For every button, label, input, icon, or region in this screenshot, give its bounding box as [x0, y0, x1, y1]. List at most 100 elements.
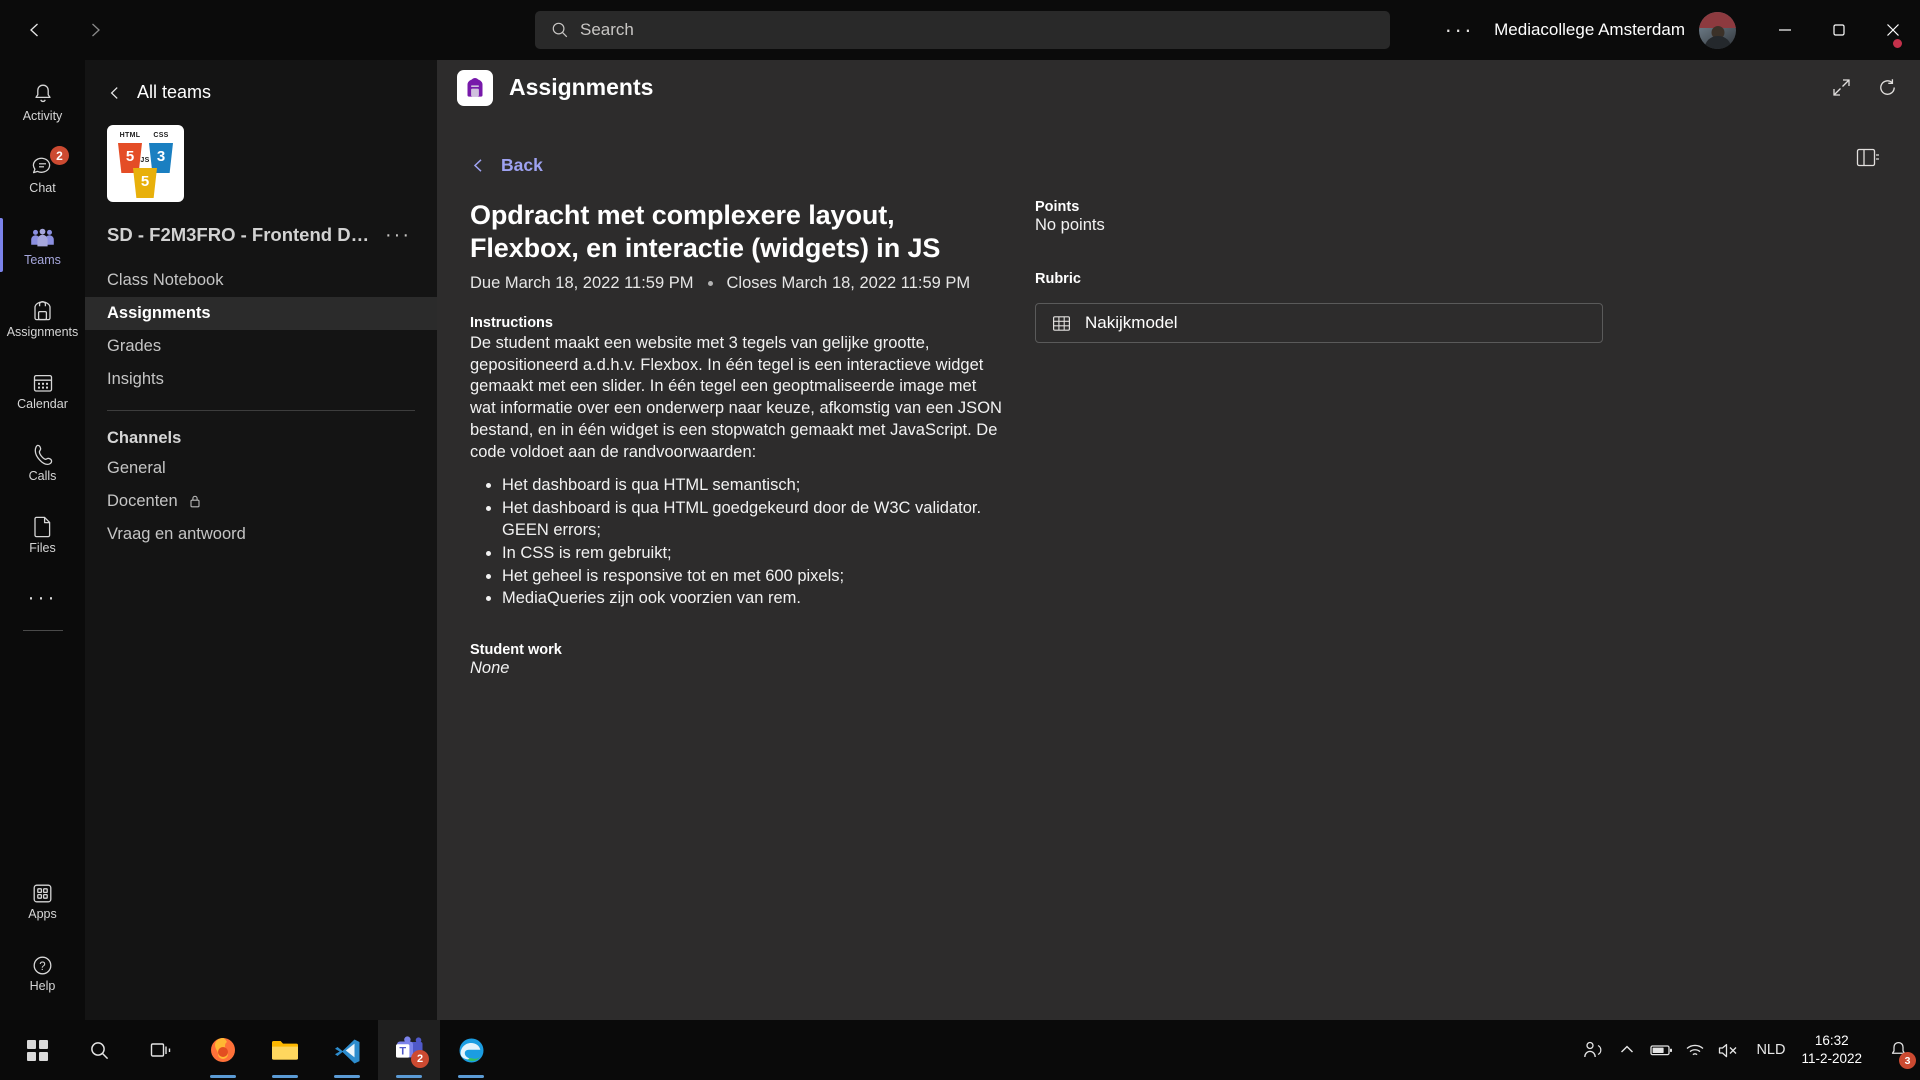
forward-button[interactable]	[74, 9, 116, 51]
start-button[interactable]	[6, 1020, 68, 1080]
team-name: SD - F2M3FRO - Frontend Develo...	[107, 224, 377, 245]
team-name-row: SD - F2M3FRO - Frontend Develo... ···	[85, 202, 437, 246]
rubric-panel-icon	[1856, 148, 1879, 167]
back-link[interactable]: Back	[437, 115, 567, 176]
title-bar: Search ··· Mediacollege Amsterdam	[0, 0, 1920, 60]
svg-text:T: T	[399, 1046, 406, 1058]
rail-item-assignments[interactable]: Assignments	[0, 286, 85, 348]
battery-icon[interactable]	[1644, 1020, 1678, 1080]
org-name: Mediacollege Amsterdam	[1494, 20, 1685, 39]
grid-icon	[1053, 315, 1071, 331]
sidebar-item-assignments[interactable]: Assignments	[85, 297, 437, 330]
back-button[interactable]	[14, 9, 56, 51]
volume-muted-icon[interactable]	[1712, 1020, 1746, 1080]
taskbar-badge: 2	[411, 1050, 429, 1068]
all-teams-label: All teams	[137, 82, 212, 102]
app-header-actions	[1826, 60, 1902, 115]
task-view-button[interactable]	[130, 1020, 192, 1080]
calendar-icon	[31, 368, 55, 395]
taskbar-app-firefox[interactable]	[192, 1020, 254, 1080]
rail-label: Calendar	[17, 396, 68, 411]
rail-item-calls[interactable]: Calls	[0, 430, 85, 492]
all-teams-button[interactable]: All teams	[85, 60, 437, 103]
sidebar-item-grades[interactable]: Grades	[85, 330, 437, 363]
team-sidebar: All teams HTML 5 CSS 3 JS 5 SD - F2M3FRO…	[85, 60, 437, 1020]
requirements-list: Het dashboard is qua HTML semantisch; He…	[502, 475, 1005, 610]
rail-item-apps[interactable]: Apps	[0, 868, 85, 930]
maximize-icon	[1833, 24, 1845, 36]
sidebar-item-insights[interactable]: Insights	[85, 363, 437, 396]
rail-item-activity[interactable]: Activity	[0, 70, 85, 132]
list-item: In CSS is rem gebruikt;	[502, 543, 1005, 565]
channel-label: Vraag en antwoord	[107, 525, 246, 543]
channel-label: General	[107, 459, 166, 477]
taskbar-app-microsoft-edge[interactable]	[440, 1020, 502, 1080]
list-item: Het dashboard is qua HTML goedgekeurd do…	[502, 498, 1005, 542]
backpack-icon	[457, 69, 493, 106]
rail-label: Activity	[22, 108, 63, 123]
main-content: Assignments Back Opdracht met complexere…	[437, 60, 1920, 1020]
chevron-right-icon	[92, 23, 100, 37]
clock[interactable]: 16:32 11-2-2022	[1795, 1032, 1876, 1068]
rail-label: Chat	[29, 180, 56, 195]
sidebar-item-class-notebook[interactable]: Class Notebook	[85, 264, 437, 297]
assignment-main-column: Opdracht met complexere layout, Flexbox,…	[470, 199, 1005, 678]
notification-badge: 3	[1899, 1052, 1916, 1069]
channel-item-vraag-en-antwoord[interactable]: Vraag en antwoord	[85, 518, 437, 551]
taskbar-search-button[interactable]	[68, 1020, 130, 1080]
bell-icon	[31, 80, 55, 107]
rail-item-files[interactable]: Files	[0, 502, 85, 564]
minimize-icon	[1779, 29, 1791, 31]
taskbar-app-file-explorer[interactable]	[254, 1020, 316, 1080]
refresh-icon	[1879, 79, 1895, 95]
refresh-button[interactable]	[1872, 73, 1902, 103]
show-hidden-icons-icon[interactable]	[1610, 1020, 1644, 1080]
avatar[interactable]	[1699, 11, 1736, 49]
student-work-value: None	[470, 659, 510, 678]
rail-label: Teams	[24, 252, 61, 267]
search-icon	[90, 1041, 108, 1059]
rubric-panel-toggle-button[interactable]	[1856, 147, 1880, 174]
minimize-button[interactable]	[1758, 0, 1812, 60]
settings-more-button[interactable]: ···	[1431, 19, 1488, 41]
chevron-left-icon	[30, 23, 38, 37]
windows-taskbar: T 2 NLD 16:32 11-2-2022 3	[0, 1020, 1920, 1080]
chat-unread-badge: 2	[50, 146, 69, 165]
taskbar-app-microsoft-teams[interactable]: T 2	[378, 1020, 440, 1080]
titlebar-right: ··· Mediacollege Amsterdam	[1431, 0, 1920, 60]
rail-item-help[interactable]: ? Help	[0, 940, 85, 1002]
rail-label: Apps	[28, 906, 57, 921]
expand-button[interactable]	[1826, 73, 1856, 103]
due-date: Due March 18, 2022 11:59 PM	[470, 273, 694, 292]
meet-now-icon[interactable]	[1576, 1020, 1610, 1080]
rail-item-calendar[interactable]: Calendar	[0, 358, 85, 420]
rubric-card[interactable]: Nakijkmodel	[1035, 303, 1603, 343]
list-item: Het geheel is responsive tot en met 600 …	[502, 566, 1005, 588]
close-button[interactable]	[1866, 0, 1920, 60]
maximize-button[interactable]	[1812, 0, 1866, 60]
taskbar-app-vscode[interactable]	[316, 1020, 378, 1080]
question-circle-icon: ?	[31, 950, 54, 977]
student-work-label: Student work	[470, 642, 562, 659]
channels-heading: Channels	[107, 429, 182, 447]
team-avatar: HTML 5 CSS 3 JS 5	[107, 125, 184, 202]
team-more-options-button[interactable]: ···	[385, 225, 411, 245]
edge-icon	[459, 1038, 483, 1062]
channel-item-general[interactable]: General	[85, 452, 437, 485]
rail-label: Files	[29, 540, 56, 555]
wifi-icon[interactable]	[1678, 1020, 1712, 1080]
rubric-label: Rubric	[1035, 271, 1081, 287]
channel-label: Docenten	[107, 492, 178, 510]
rail-item-teams[interactable]: Teams	[0, 214, 85, 276]
keyboard-layout-indicator[interactable]: NLD	[1746, 1042, 1795, 1058]
lock-icon	[190, 495, 200, 508]
rail-item-chat[interactable]: 2 Chat	[0, 142, 85, 204]
notification-center-button[interactable]: 3	[1876, 1020, 1920, 1080]
search-bar[interactable]: Search	[535, 11, 1390, 49]
assignment-title: Opdracht met complexere layout, Flexbox,…	[470, 200, 941, 263]
search-placeholder: Search	[580, 20, 634, 39]
channel-item-docenten[interactable]: Docenten	[85, 485, 437, 518]
history-nav	[14, 9, 116, 51]
team-nav-list: Class Notebook Assignments Grades Insigh…	[85, 264, 437, 396]
rail-more-apps-button[interactable]: ···	[0, 578, 85, 618]
